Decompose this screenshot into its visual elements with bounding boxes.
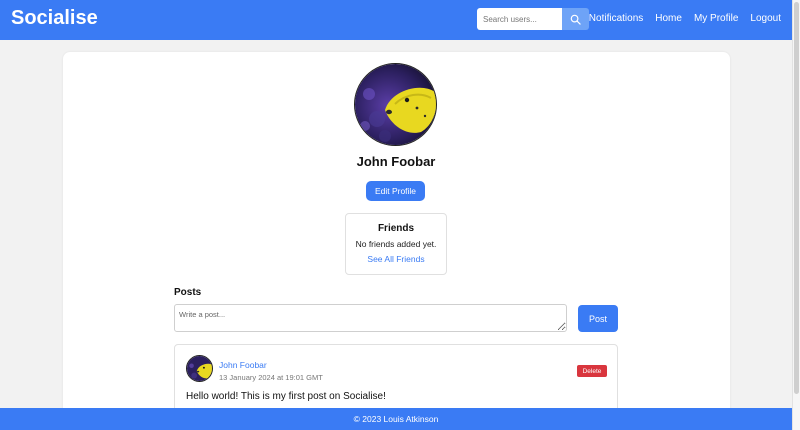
- nav-link-notifications[interactable]: Notifications: [589, 13, 643, 24]
- nav-link-logout[interactable]: Logout: [750, 13, 781, 24]
- brand-logo[interactable]: Socialise: [11, 7, 98, 30]
- post-submit-button[interactable]: Post: [578, 305, 618, 332]
- search-input[interactable]: [477, 8, 562, 30]
- nav-link-my-profile[interactable]: My Profile: [694, 13, 738, 24]
- friends-empty-text: No friends added yet.: [355, 239, 437, 249]
- post-textarea[interactable]: [174, 304, 567, 332]
- search-icon: [570, 14, 581, 25]
- post-timestamp: 13 January 2024 at 19:01 GMT: [219, 373, 323, 382]
- friends-title: Friends: [377, 223, 415, 234]
- yellow-fish-avatar-icon: [355, 64, 436, 145]
- yellow-fish-avatar-icon: [187, 356, 212, 381]
- posts-heading: Posts: [174, 287, 202, 298]
- navbar: Socialise Notifications Home My Profile …: [0, 0, 792, 40]
- friends-panel: Friends No friends added yet. See All Fr…: [345, 213, 447, 275]
- scrollbar-thumb[interactable]: [794, 2, 799, 394]
- nav-links: Notifications Home My Profile Logout: [589, 13, 781, 24]
- footer: © 2023 Louis Atkinson: [0, 408, 792, 430]
- post-author-link[interactable]: John Foobar: [219, 360, 267, 370]
- nav-link-home[interactable]: Home: [655, 13, 682, 24]
- edit-profile-button[interactable]: Edit Profile: [366, 181, 425, 201]
- profile-name: John Foobar: [356, 154, 436, 169]
- see-all-friends-link[interactable]: See All Friends: [346, 254, 446, 264]
- delete-post-button[interactable]: Delete: [577, 365, 607, 377]
- profile-avatar: [354, 63, 437, 146]
- post-card: John Foobar 13 January 2024 at 19:01 GMT…: [174, 344, 618, 414]
- post-content: Hello world! This is my first post on So…: [186, 391, 386, 402]
- search-button[interactable]: [562, 8, 589, 30]
- post-author-avatar[interactable]: [186, 355, 213, 382]
- scrollbar[interactable]: [792, 0, 800, 430]
- search-form: [477, 8, 589, 30]
